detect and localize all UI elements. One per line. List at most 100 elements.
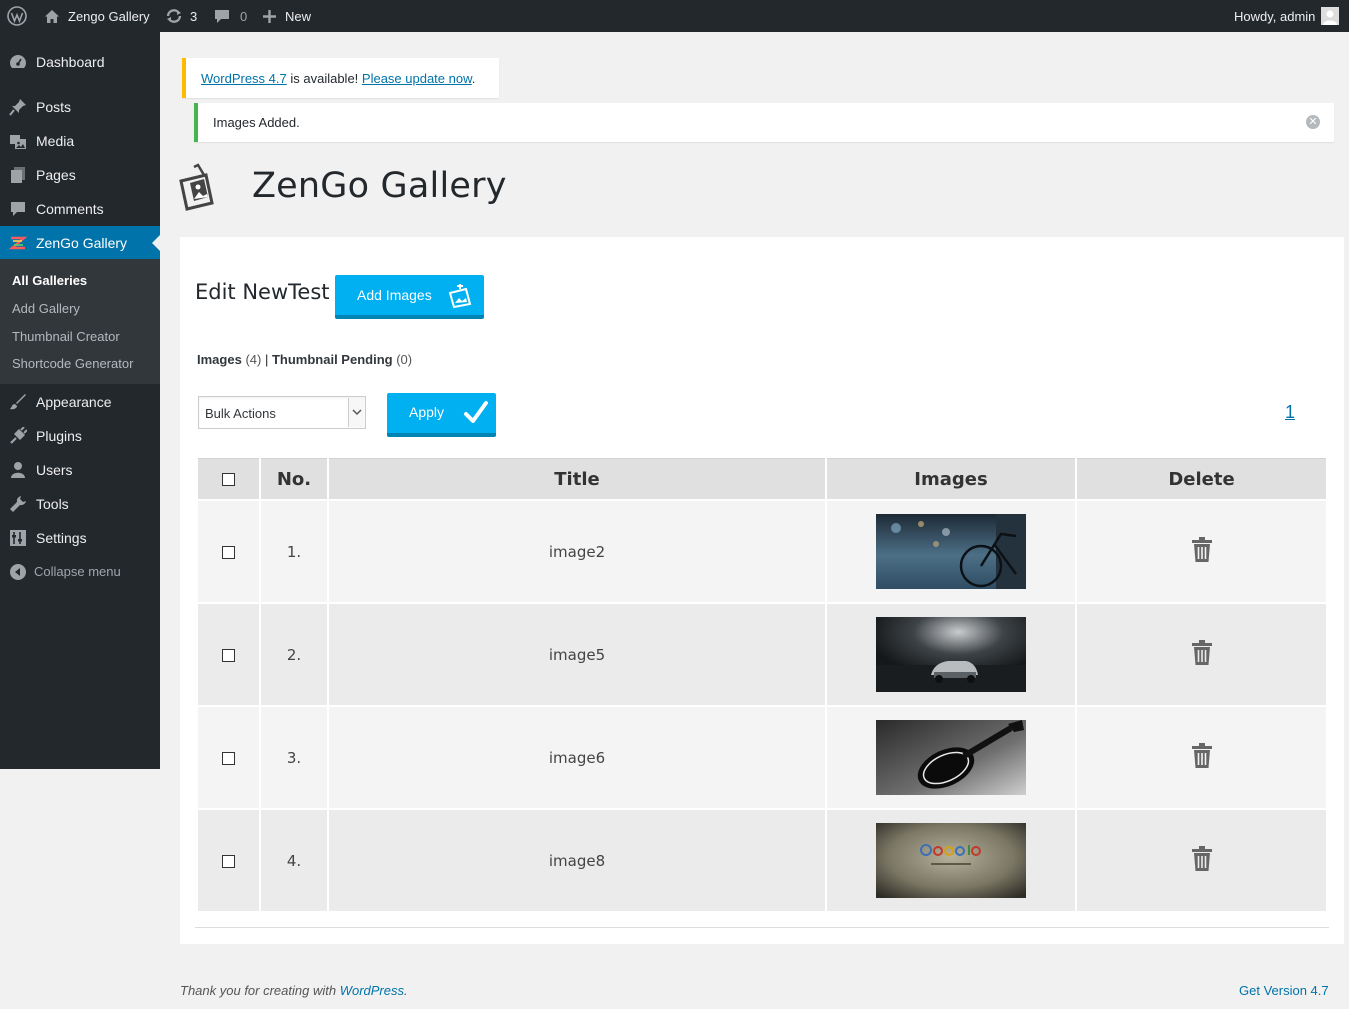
my-account-link[interactable]: Howdy, admin: [1234, 0, 1340, 32]
avatar: [1321, 7, 1340, 25]
menu-tools[interactable]: Tools: [0, 487, 160, 521]
table-divider: [195, 927, 1329, 928]
menu-pages[interactable]: Pages: [0, 158, 160, 192]
row-number: 4.: [261, 810, 327, 911]
row-number: 2.: [261, 604, 327, 705]
header-images: Images: [827, 458, 1075, 499]
thumbnail-google-logo: [876, 823, 1026, 898]
menu-posts[interactable]: Posts: [0, 90, 160, 124]
settings-icon: [9, 529, 27, 547]
trash-icon[interactable]: [1191, 742, 1213, 773]
thumbnail-car: [876, 617, 1026, 692]
pagination-page-1[interactable]: 1: [1285, 402, 1295, 423]
new-content-link[interactable]: New: [263, 0, 311, 32]
comments-count: 0: [240, 8, 248, 24]
user-icon: [9, 461, 27, 479]
updates-icon: [165, 8, 183, 24]
update-nag: WordPress 4.7 is available! Please updat…: [182, 58, 499, 98]
filter-images-count: (4): [245, 352, 262, 367]
footer-wordpress-link[interactable]: WordPress: [340, 983, 404, 998]
footer-version-link[interactable]: Get Version 4.7: [1239, 983, 1329, 998]
menu-settings[interactable]: Settings: [0, 521, 160, 555]
menu-users[interactable]: Users: [0, 453, 160, 487]
media-icon: [9, 132, 27, 150]
comment-bubble-icon: [214, 9, 230, 24]
wordpress-version-link[interactable]: WordPress 4.7: [201, 71, 287, 86]
success-notice: Images Added. ✕: [194, 103, 1334, 142]
plus-icon: [263, 9, 276, 23]
row-checkbox[interactable]: [222, 751, 235, 765]
menu-comments[interactable]: Comments: [0, 192, 160, 226]
trash-icon[interactable]: [1191, 845, 1213, 876]
collapse-arrow-icon: [9, 563, 27, 581]
edit-gallery-heading: Edit NewTest: [195, 280, 330, 304]
admin-menu: Dashboard Posts Media Pages Comments Zen…: [0, 32, 160, 769]
thumbnail-bicycle: [876, 514, 1026, 589]
table-row: 4. image8: [198, 810, 1326, 911]
greeting: Howdy, admin: [1234, 8, 1316, 24]
home-icon: [44, 9, 60, 24]
row-checkbox[interactable]: [222, 545, 235, 559]
page-title: ZenGo Gallery: [252, 166, 507, 206]
table-row: 3. image6: [198, 707, 1326, 808]
row-title: image6: [329, 707, 825, 808]
chevron-down-icon: [348, 398, 364, 427]
filter-links: Images (4) | Thumbnail Pending (0): [197, 352, 412, 367]
trash-icon[interactable]: [1191, 536, 1213, 567]
dashboard-icon: [9, 53, 27, 71]
select-all-header: [198, 458, 259, 499]
footer-thanks: Thank you for creating with WordPress.: [180, 983, 408, 998]
zengo-icon: [8, 234, 28, 252]
admin-bar: Zengo Gallery 3 0 New Howdy, admin: [0, 0, 1349, 32]
header-delete: Delete: [1077, 458, 1326, 499]
filter-separator: |: [264, 352, 269, 367]
plugin-icon: [9, 426, 28, 445]
gallery-logo-icon: [178, 163, 218, 211]
add-images-button[interactable]: Add Images: [335, 275, 484, 319]
submenu-add-gallery[interactable]: Add Gallery: [12, 301, 80, 316]
row-checkbox[interactable]: [222, 648, 235, 662]
bulk-actions-select[interactable]: Bulk Actions: [198, 396, 366, 429]
pages-icon: [9, 166, 27, 184]
update-now-link[interactable]: Please update now: [362, 71, 472, 86]
row-number: 3.: [261, 707, 327, 808]
menu-media[interactable]: Media: [0, 124, 160, 158]
row-title: image8: [329, 810, 825, 911]
bulk-actions-value: Bulk Actions: [205, 406, 276, 421]
submenu-shortcode-generator[interactable]: Shortcode Generator: [12, 356, 133, 371]
row-number: 1.: [261, 501, 327, 602]
success-message: Images Added.: [213, 115, 300, 130]
trash-icon[interactable]: [1191, 639, 1213, 670]
menu-dashboard[interactable]: Dashboard: [0, 45, 160, 79]
updates-link[interactable]: 3: [165, 0, 197, 32]
filter-images-link[interactable]: Images: [197, 352, 242, 367]
images-table: No. Title Images Delete 1. image2 2. ima…: [196, 456, 1328, 913]
select-all-checkbox[interactable]: [222, 473, 235, 486]
apply-button[interactable]: Apply: [387, 393, 496, 437]
submenu-thumbnail-creator[interactable]: Thumbnail Creator: [12, 329, 120, 344]
header-title: Title: [329, 458, 825, 499]
comment-icon: [9, 200, 27, 218]
dismiss-icon[interactable]: ✕: [1306, 115, 1320, 129]
table-row: 2. image5: [198, 604, 1326, 705]
update-nag-text: is available!: [286, 71, 362, 86]
collapse-menu-button[interactable]: Collapse menu: [0, 555, 160, 589]
new-label: New: [285, 8, 312, 24]
wrench-icon: [9, 495, 27, 513]
menu-zengo-gallery[interactable]: ZenGo Gallery: [0, 226, 160, 260]
row-title: image5: [329, 604, 825, 705]
row-title: image2: [329, 501, 825, 602]
menu-appearance[interactable]: Appearance: [0, 385, 160, 419]
row-checkbox[interactable]: [222, 854, 235, 868]
comments-link[interactable]: 0: [214, 0, 247, 32]
updates-count: 3: [190, 8, 198, 24]
menu-plugins[interactable]: Plugins: [0, 419, 160, 453]
site-name-link[interactable]: Zengo Gallery: [44, 0, 150, 32]
filter-pending-link[interactable]: Thumbnail Pending: [272, 352, 393, 367]
wordpress-logo-icon[interactable]: [7, 0, 27, 32]
header-no: No.: [261, 458, 327, 499]
brush-icon: [9, 393, 27, 411]
site-name: Zengo Gallery: [68, 8, 150, 24]
submenu-all-galleries[interactable]: All Galleries: [12, 273, 87, 288]
pin-icon: [9, 98, 27, 116]
